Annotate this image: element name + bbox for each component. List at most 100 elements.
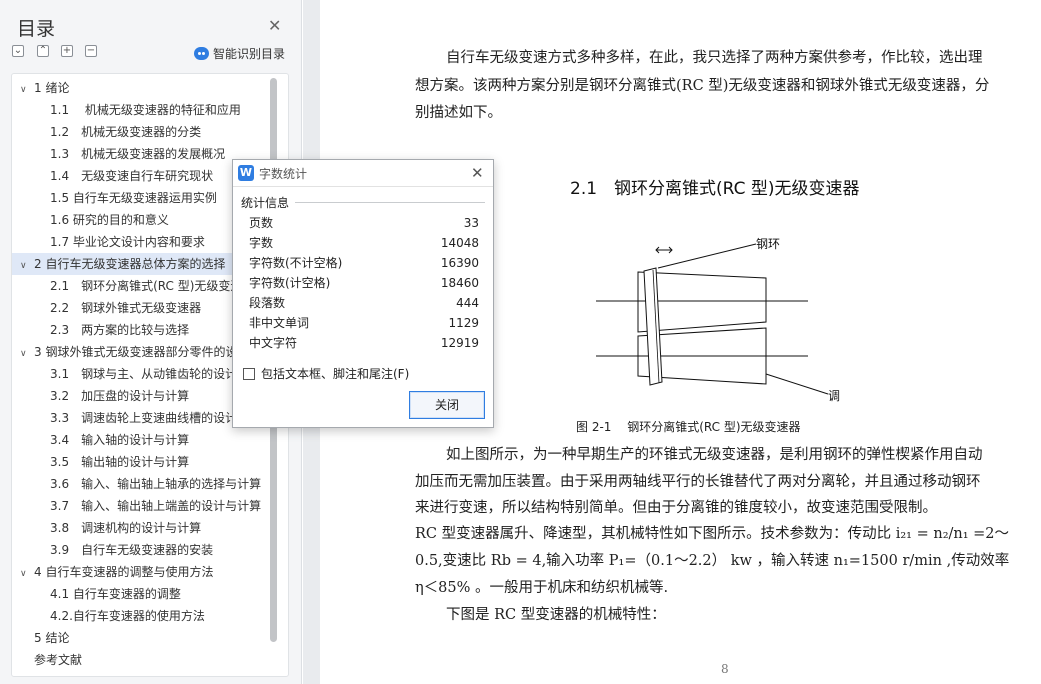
add-item-icon[interactable]: + [61,45,73,57]
toc-item-label: 3.3 调速齿轮上变速曲线槽的设计 [50,411,238,425]
stat-label: 字符数(不计空格) [249,256,343,270]
include-textbox-checkbox[interactable]: 包括文本框、脚注和尾注(F) [243,365,409,382]
chevron-down-icon[interactable]: ∨ [20,343,30,363]
toc-item-label: 1.2 机械无级变速器的分类 [50,125,202,139]
smart-recognize-label: 智能识别目录 [213,47,286,61]
stat-label: 页数 [249,216,274,230]
chevron-down-icon[interactable]: ∨ [20,255,30,275]
stat-label: 非中文单词 [249,316,310,330]
document-line: 如上图所示，为一种早期生产的环锥式无级变速器，是利用钢环的弹性楔紧作用自动 [446,447,983,463]
toc-item[interactable]: 4.2.自行车变速器的使用方法 [12,605,270,627]
toc-item[interactable]: 1.1 机械无级变速器的特征和应用 [12,99,270,121]
section-heading: 2.1 钢环分离锥式(RC 型)无级变速器 [570,179,860,199]
stat-row: 中文字符 12919 [249,333,479,353]
ring-label: 钢环 [756,237,780,251]
dialog-title: 字数统计 [259,167,308,181]
rc-variator-figure: 钢环 调速锥轮 [596,237,840,403]
stat-row: 非中文单词 1129 [249,313,479,333]
toc-item-label: 4.2.自行车变速器的使用方法 [50,609,205,623]
stat-row: 页数 33 [249,213,479,233]
checkbox-box[interactable] [243,367,255,380]
page-number: 8 [721,662,729,676]
toc-title: 目录 [17,18,56,40]
stat-value: 12919 [440,336,479,350]
toc-item[interactable]: 参考文献 [12,649,270,671]
document-line: RC 型变速器属升、降速型，其机械特性如下图所示。技术参数为：传动比 i₂₁ =… [415,526,1010,542]
figure-caption: 图 2-1 钢环分离锥式(RC 型)无级变速器 [576,420,801,434]
toc-item-label: 3.2 加压盘的设计与计算 [50,389,190,403]
smart-recognize-icon [194,47,209,60]
toc-item-label: 3.4 输入轴的设计与计算 [50,433,190,447]
document-line: 下图是 RC 型变速器的机械特性： [446,607,666,623]
toc-item-label: 3.6 输入、输出轴上轴承的选择与计算 [50,477,262,491]
word-count-dialog: W 字数统计 ✕ 统计信息 页数 33 字数 14048 字符数(不计空格) 16390 字… [232,159,494,428]
toc-item-label: 3.9 自行车无级变速器的安装 [50,543,214,557]
stat-label: 字符数(计空格) [249,276,331,290]
toc-item[interactable]: 3.4 输入轴的设计与计算 [12,429,270,451]
toc-item[interactable]: 3.7 输入、输出轴上端盖的设计与计算 [12,495,270,517]
toc-item-label: 1.5 自行车无级变速器运用实例 [50,191,217,205]
toc-item-label: 2.2 钢球外锥式无级变速器 [50,301,202,315]
toc-item[interactable]: 4.1 自行车变速器的调整 [12,583,270,605]
wps-writer-icon: W [238,165,254,181]
toc-item-label: 4 自行车变速器的调整与使用方法 [34,565,214,579]
chevron-down-icon[interactable]: ∨ [20,79,30,99]
stat-label: 段落数 [249,296,286,310]
smart-recognize-button[interactable]: 智能识别目录 [194,45,285,62]
toc-item-label: 1.7 毕业论文设计内容和要求 [50,235,205,249]
document-line: 想方案。该两种方案分别是钢环分离锥式(RC 型)无级变速器和钢球外锥式无级变速器… [415,78,990,94]
toc-item-label: 2 自行车无级变速器总体方案的选择 [34,257,226,271]
dialog-close-icon[interactable]: ✕ [471,164,484,182]
chevron-down-icon[interactable]: ∨ [20,563,30,583]
toc-item[interactable]: 3.9 自行车无级变速器的安装 [12,539,270,561]
stat-row: 段落数 444 [249,293,479,313]
stat-value: 444 [456,296,479,310]
stat-row: 字符数(计空格) 18460 [249,273,479,293]
stats-section-label: 统计信息 [241,196,290,210]
toc-item[interactable]: 5 结论 [12,627,270,649]
collapse-all-icon[interactable]: ⌄ [12,45,24,57]
toc-item-label: 3.5 输出轴的设计与计算 [50,455,190,469]
toc-item-label: 1.3 机械无级变速器的发展概况 [50,147,226,161]
stat-label: 中文字符 [249,336,298,350]
toc-item-label: 2.1 钢环分离锥式(RC 型)无级变速器 [50,279,255,293]
stat-row: 字符数(不计空格) 16390 [249,253,479,273]
toc-item-label: 3.8 调速机构的设计与计算 [50,521,202,535]
toc-item-label: 4.1 自行车变速器的调整 [50,587,181,601]
document-line: 来进行变速，所以结构特别简单。但由于分离锥的锥度较小，故变速范围受限制。 [415,500,937,516]
stat-row: 字数 14048 [249,233,479,253]
section-divider [295,202,485,203]
document-line: η＜85% 。一般用于机床和纺织机械等. [415,580,669,596]
toc-item-label: 参考文献 [34,653,83,667]
toc-close-icon[interactable]: ✕ [268,16,281,35]
dialog-titlebar[interactable]: W 字数统计 ✕ [233,160,493,187]
checkbox-label: 包括文本框、脚注和尾注(F) [261,367,410,381]
toc-item[interactable]: ∨ 4 自行车变速器的调整与使用方法 [12,561,270,583]
toc-item-label: 2.3 两方案的比较与选择 [50,323,190,337]
stat-value: 33 [463,216,479,230]
document-line: 加压而无需加压装置。由于采用两轴线平行的长锥替代了两对分离轮，并且通过移动钢环 [415,474,981,490]
toc-item-label: 1.6 研究的目的和意义 [50,213,169,227]
toc-item[interactable]: 3.5 输出轴的设计与计算 [12,451,270,473]
toc-item-label: 3 钢球外锥式无级变速器部分零件的设计 [34,345,250,359]
document-line: 0.5,变速比 Rb = 4,输入功率 P₁=（0.1～2.2） kw ，输入转… [415,553,1010,569]
toc-item-label: 1 绪论 [34,81,70,95]
document-line: 自行车无级变速方式多种多样，在此，我只选择了两种方案供参考，作比较，选出理 [446,50,983,66]
toc-item[interactable]: 3.8 调速机构的设计与计算 [12,517,270,539]
toc-item[interactable]: 3.6 输入、输出轴上轴承的选择与计算 [12,473,270,495]
toc-item-label: 1.4 无级变速自行车研究现状 [50,169,214,183]
stat-value: 18460 [440,276,479,290]
close-button[interactable]: 关闭 [409,391,485,419]
toc-item-label: 3.1 钢球与主、从动锥齿轮的设计 [50,367,238,381]
cone-label: 调速锥轮 [828,389,840,403]
expand-all-icon[interactable]: ⌃ [37,45,49,57]
toc-item-label: 3.7 输入、输出轴上端盖的设计与计算 [50,499,262,513]
toc-item[interactable]: 1.2 机械无级变速器的分类 [12,121,270,143]
stat-value: 1129 [448,316,479,330]
document-line: 别描述如下。 [415,105,502,121]
stat-value: 14048 [440,236,479,250]
stat-label: 字数 [249,236,274,250]
toc-item[interactable]: ∨ 1 绪论 [12,77,270,99]
remove-item-icon[interactable]: − [85,45,97,57]
stat-value: 16390 [440,256,479,270]
